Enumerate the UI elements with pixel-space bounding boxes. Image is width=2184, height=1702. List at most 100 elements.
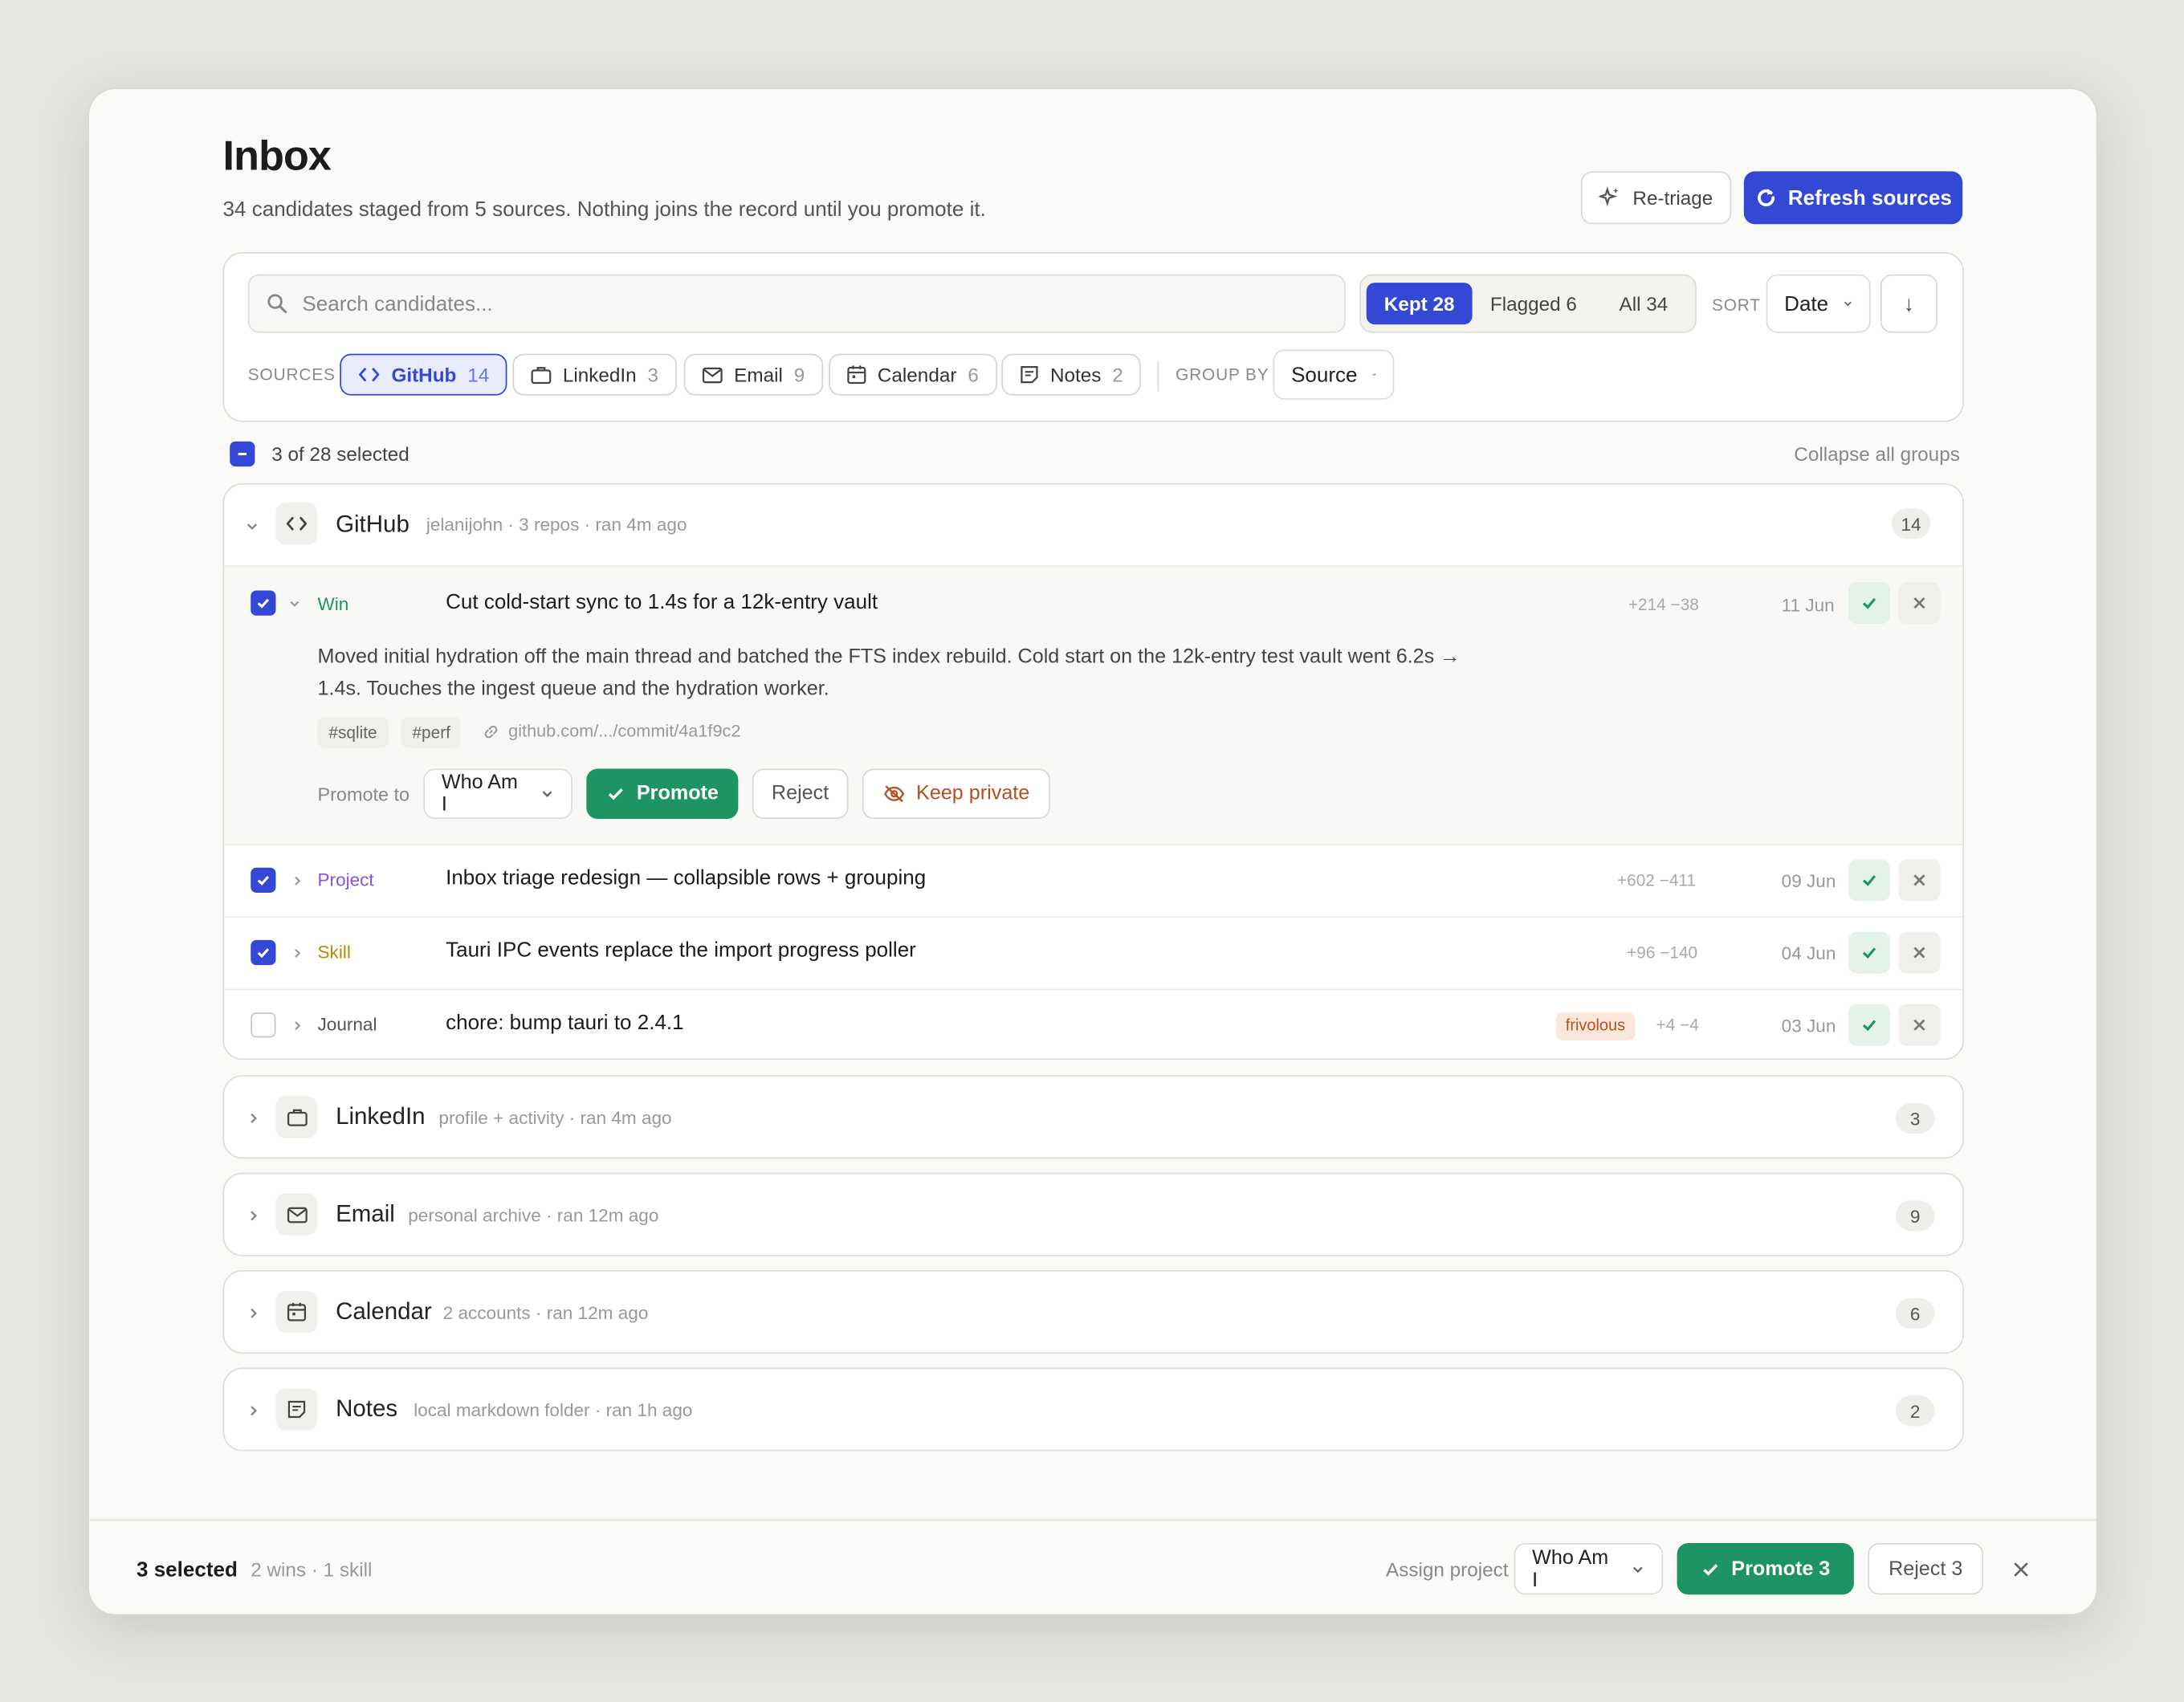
candidate-title[interactable]: chore: bump tauri to 2.4.1	[446, 1011, 684, 1034]
group-meta: personal archive · ran 12m ago	[408, 1204, 659, 1226]
source-chip-email[interactable]: Email 9	[683, 353, 823, 396]
note-icon	[1021, 365, 1038, 384]
group-icon	[275, 1096, 318, 1138]
mail-icon	[287, 1206, 307, 1223]
candidate-title[interactable]: Inbox triage redesign — collapsible rows…	[446, 866, 926, 890]
source-chip-count: 9	[793, 363, 805, 386]
candidate-date: 11 Jun	[1781, 594, 1835, 616]
group-notes[interactable]: Notes local markdown folder · ran 1h ago…	[222, 1367, 1964, 1452]
check-icon	[1862, 947, 1876, 959]
bulk-promote-button[interactable]: Promote 3	[1677, 1543, 1854, 1595]
reject-button[interactable]: Reject	[752, 768, 849, 820]
row-checkbox[interactable]	[251, 1012, 276, 1038]
group-header-github[interactable]: GitHub jelanijohn · 3 repos · ran 4m ago…	[224, 485, 1962, 566]
group-icon	[275, 1388, 318, 1431]
clear-selection-button[interactable]	[2008, 1557, 2033, 1582]
check-icon	[257, 598, 270, 609]
accept-button[interactable]	[1848, 859, 1890, 902]
source-chip-calendar[interactable]: Calendar 6	[829, 353, 997, 396]
source-chip-github[interactable]: GitHub 14	[340, 353, 507, 396]
source-chip-count: 2	[1112, 363, 1123, 386]
commit-link[interactable]: github.com/.../commit/4a1f9c2	[482, 722, 740, 741]
bulk-reject-button[interactable]: Reject 3	[1868, 1543, 1984, 1595]
tag-chip[interactable]: #perf	[401, 717, 462, 748]
group-count: 14	[1891, 508, 1931, 540]
dismiss-button[interactable]	[1898, 859, 1941, 902]
source-chip-linkedin[interactable]: LinkedIn 3	[512, 353, 677, 396]
source-chip-notes[interactable]: Notes 2	[1001, 353, 1142, 396]
close-icon	[1913, 874, 1925, 886]
candidate-row[interactable]: Journal chore: bump tauri to 2.4.1 frivo…	[224, 988, 1963, 1059]
filter-flagged[interactable]: Flagged 6	[1478, 283, 1590, 324]
briefcase-icon	[287, 1109, 307, 1126]
description-line: 1.4s. Touches the ingest queue and the h…	[317, 678, 829, 701]
retriage-button[interactable]: Re-triage	[1580, 171, 1732, 225]
dismiss-button[interactable]	[1898, 582, 1941, 625]
dismiss-button[interactable]	[1898, 931, 1941, 974]
group-count: 9	[1895, 1200, 1935, 1232]
collapse-all-groups[interactable]: Collapse all groups	[1794, 443, 1960, 466]
filter-all[interactable]: All 34	[1598, 283, 1689, 324]
row-checkbox[interactable]	[251, 939, 276, 966]
chevron-right-icon[interactable]	[291, 947, 304, 960]
page-title: Inbox	[222, 133, 332, 180]
chevron-right-icon	[251, 1406, 258, 1416]
eye-off-icon	[883, 785, 904, 803]
group-name: Notes	[336, 1395, 398, 1423]
commit-link-text: github.com/.../commit/4a1f9c2	[508, 721, 741, 741]
chevron-right-icon[interactable]	[291, 1020, 304, 1032]
search-input[interactable]: Search candidates...	[247, 274, 1346, 333]
source-chip-count: 14	[467, 363, 490, 386]
sort-select[interactable]: Date	[1766, 274, 1871, 333]
select-all-checkbox[interactable]	[230, 441, 255, 467]
row-checkbox[interactable]	[251, 590, 276, 616]
chevron-down-icon	[1633, 1566, 1644, 1573]
candidate-title[interactable]: Tauri IPC events replace the import prog…	[446, 939, 916, 962]
row-checkbox[interactable]	[251, 867, 276, 893]
group-count: 6	[1895, 1297, 1935, 1329]
candidate-description: Moved initial hydration off the main thr…	[318, 642, 1544, 706]
calendar-icon	[287, 1302, 307, 1321]
candidate-title[interactable]: Cut cold-start sync to 1.4s for a 12k-en…	[446, 591, 878, 614]
group-calendar[interactable]: Calendar 2 accounts · ran 12m ago 6	[222, 1270, 1964, 1354]
bulk-reject-label: Reject 3	[1889, 1557, 1963, 1581]
group-by-label: GROUP BY	[1176, 364, 1269, 385]
group-icon	[275, 1291, 318, 1334]
chevron-down-icon	[247, 523, 258, 531]
chevron-down-icon[interactable]	[288, 597, 301, 610]
group-linkedin[interactable]: LinkedIn profile + activity · ran 4m ago…	[222, 1075, 1964, 1159]
promote-button[interactable]: Promote	[586, 768, 739, 820]
check-icon	[1862, 875, 1876, 886]
chevron-right-icon[interactable]	[291, 874, 304, 887]
candidate-date: 09 Jun	[1781, 870, 1836, 892]
dismiss-button[interactable]	[1898, 1004, 1941, 1046]
source-chip-label: LinkedIn	[562, 363, 637, 386]
group-by-value: Source	[1291, 362, 1358, 387]
group-email[interactable]: Email personal archive · ran 12m ago 9	[222, 1172, 1964, 1256]
keep-private-button[interactable]: Keep private	[862, 768, 1050, 820]
reject-label: Reject	[771, 782, 829, 805]
filter-kept[interactable]: Kept 28	[1366, 283, 1473, 325]
diff-stat: +96 −140	[1627, 943, 1698, 963]
accept-button[interactable]	[1848, 931, 1890, 974]
check-icon	[1862, 597, 1876, 609]
sources-label: SOURCES	[247, 364, 336, 385]
source-chip-label: Notes	[1049, 363, 1102, 386]
promote-to-select[interactable]: Who Am I	[423, 768, 572, 820]
refresh-sources-button[interactable]: Refresh sources	[1743, 171, 1963, 225]
check-icon	[608, 788, 623, 800]
candidate-row[interactable]: Skill Tauri IPC events replace the impor…	[224, 916, 1963, 989]
group-by-select[interactable]: Source	[1273, 349, 1395, 400]
candidate-row[interactable]: Project Inbox triage redesign — collapsi…	[224, 844, 1963, 917]
tag-chip[interactable]: #sqlite	[317, 717, 389, 748]
sort-direction-button[interactable]: ↓	[1880, 274, 1937, 333]
assign-project-value: Who Am I	[1532, 1546, 1609, 1591]
accept-button[interactable]	[1848, 1004, 1890, 1046]
search-placeholder: Search candidates...	[302, 291, 493, 316]
assign-project-select[interactable]: Who Am I	[1514, 1543, 1664, 1595]
diff-stat: +602 −411	[1616, 870, 1697, 890]
chevron-right-icon	[251, 1308, 258, 1318]
minus-icon	[238, 452, 247, 456]
kind-label: Journal	[317, 1013, 377, 1035]
accept-button[interactable]	[1848, 582, 1890, 625]
